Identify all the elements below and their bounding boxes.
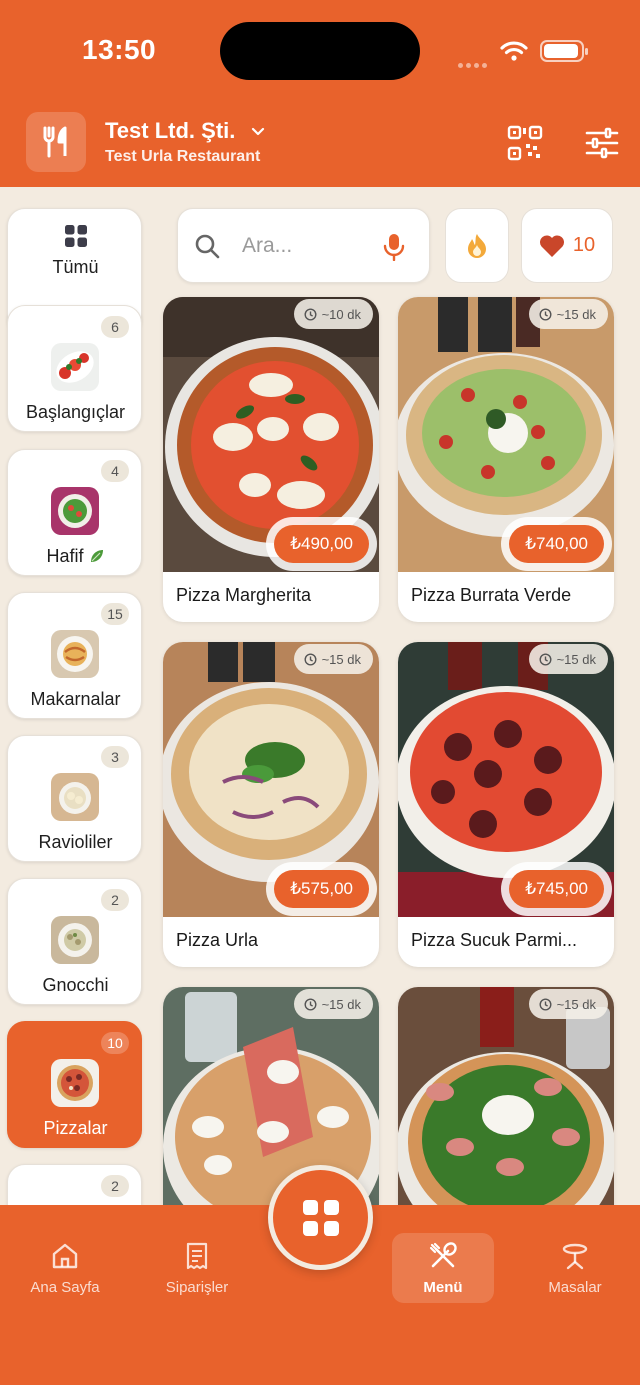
prep-time-badge: ~15 dk — [293, 989, 373, 1019]
nav-label: Siparişler — [165, 1279, 229, 1296]
filter-sliders-icon[interactable] — [584, 126, 620, 160]
product-name: Pizza Urla — [176, 930, 259, 950]
category-starters[interactable]: 6 Başlangıçlar — [7, 305, 142, 432]
flame-icon — [468, 233, 486, 258]
category-label: Hafif — [8, 546, 143, 567]
price-tag: ₺745,00 — [509, 870, 604, 908]
clock-icon — [539, 307, 552, 321]
search-input[interactable] — [242, 231, 372, 261]
status-time: 13:50 — [82, 34, 157, 65]
category-thumbnail — [51, 1059, 99, 1107]
count-badge: 10 — [101, 1032, 129, 1054]
grid-icon — [65, 225, 87, 247]
popular-filter-button[interactable] — [445, 208, 509, 283]
nav-menu[interactable]: Menü — [392, 1233, 494, 1303]
restaurant-name: Test Urla Restaurant — [105, 148, 261, 165]
category-gnocchi[interactable]: 2 Gnocchi — [7, 878, 142, 1005]
category-label: Başlangıçlar — [25, 402, 126, 422]
category-pizzas[interactable]: 10 Pizzalar — [7, 1021, 142, 1148]
signal-icon — [458, 55, 492, 68]
category-label: Tümü — [52, 257, 99, 277]
clock-icon — [539, 652, 552, 666]
category-pasta[interactable]: 15 Makarnalar — [7, 592, 142, 719]
company-name[interactable]: Test Ltd. Şti. — [105, 118, 235, 144]
prep-time-badge: ~15 dk — [528, 644, 608, 674]
product-name: Pizza Sucuk Parmi... — [411, 930, 578, 950]
prep-time-badge: ~15 dk — [293, 644, 373, 674]
microphone-icon[interactable] — [383, 233, 405, 261]
receipt-icon — [186, 1242, 208, 1270]
fork-spoon-icon — [429, 1242, 457, 1268]
heart-icon — [539, 234, 564, 257]
category-thumbnail — [51, 487, 99, 535]
home-icon — [52, 1243, 78, 1269]
restaurant-logo — [26, 112, 86, 172]
product-name: Pizza Margherita — [176, 585, 312, 605]
qr-code-icon[interactable] — [506, 124, 544, 162]
search-box[interactable] — [177, 208, 430, 283]
leaf-icon — [90, 550, 103, 562]
nav-label: Menü — [423, 1279, 463, 1296]
category-thumbnail — [51, 630, 99, 678]
wifi-icon — [500, 41, 528, 61]
price-tag: ₺740,00 — [509, 525, 604, 563]
prep-time-badge: ~10 dk — [293, 299, 373, 329]
grid-icon — [302, 1199, 339, 1236]
product-card[interactable]: ~15 dk ₺745,00 Pizza Sucuk Parmi... — [398, 642, 614, 967]
category-light[interactable]: 4 Hafif — [7, 449, 142, 576]
clock-icon — [304, 307, 317, 321]
count-badge: 15 — [101, 603, 129, 625]
product-card[interactable]: ~10 dk ₺490,00 Pizza Margherita — [163, 297, 379, 622]
product-card[interactable]: ~15 dk ₺575,00 Pizza Urla — [163, 642, 379, 967]
nav-orders[interactable]: Siparişler — [146, 1233, 248, 1303]
prep-time-badge: ~15 dk — [528, 989, 608, 1019]
product-name: Pizza Burrata Verde — [411, 585, 572, 605]
clock-icon — [304, 997, 317, 1011]
chevron-down-icon[interactable] — [250, 124, 266, 140]
center-menu-button[interactable] — [268, 1165, 373, 1270]
nav-tables[interactable]: Masalar — [524, 1233, 626, 1303]
category-thumbnail — [51, 916, 99, 964]
battery-icon — [540, 40, 588, 62]
count-badge: 3 — [101, 746, 129, 768]
price-tag: ₺575,00 — [274, 870, 369, 908]
category-thumbnail — [51, 773, 99, 821]
count-badge: 6 — [101, 316, 129, 338]
count-badge: 2 — [101, 889, 129, 911]
favorites-count: 10 — [572, 234, 596, 256]
favorites-button[interactable]: 10 — [521, 208, 613, 283]
nav-label: Ana Sayfa — [30, 1279, 100, 1296]
dynamic-island — [220, 22, 420, 80]
clock-icon — [539, 997, 552, 1011]
count-badge: 2 — [101, 1175, 129, 1197]
category-label: Gnocchi — [42, 975, 109, 995]
nav-label: Masalar — [548, 1279, 602, 1296]
prep-time-badge: ~15 dk — [528, 299, 608, 329]
clock-icon — [304, 652, 317, 666]
search-icon — [195, 234, 220, 259]
product-card[interactable]: ~15 dk ₺740,00 Pizza Burrata Verde — [398, 297, 614, 622]
table-icon — [562, 1243, 588, 1270]
category-label: Ravioliler — [38, 832, 113, 852]
top-bar: 13:50 Test Ltd. Şti. Test Urla Restauran… — [0, 0, 640, 187]
count-badge: 4 — [101, 460, 129, 482]
category-label: Makarnalar — [30, 689, 121, 709]
price-tag: ₺490,00 — [274, 525, 369, 563]
category-ravioli[interactable]: 3 Ravioliler — [7, 735, 142, 862]
category-label: Pizzalar — [43, 1118, 108, 1138]
nav-home[interactable]: Ana Sayfa — [14, 1233, 116, 1303]
category-thumbnail — [51, 343, 99, 391]
fork-knife-icon — [43, 126, 67, 158]
